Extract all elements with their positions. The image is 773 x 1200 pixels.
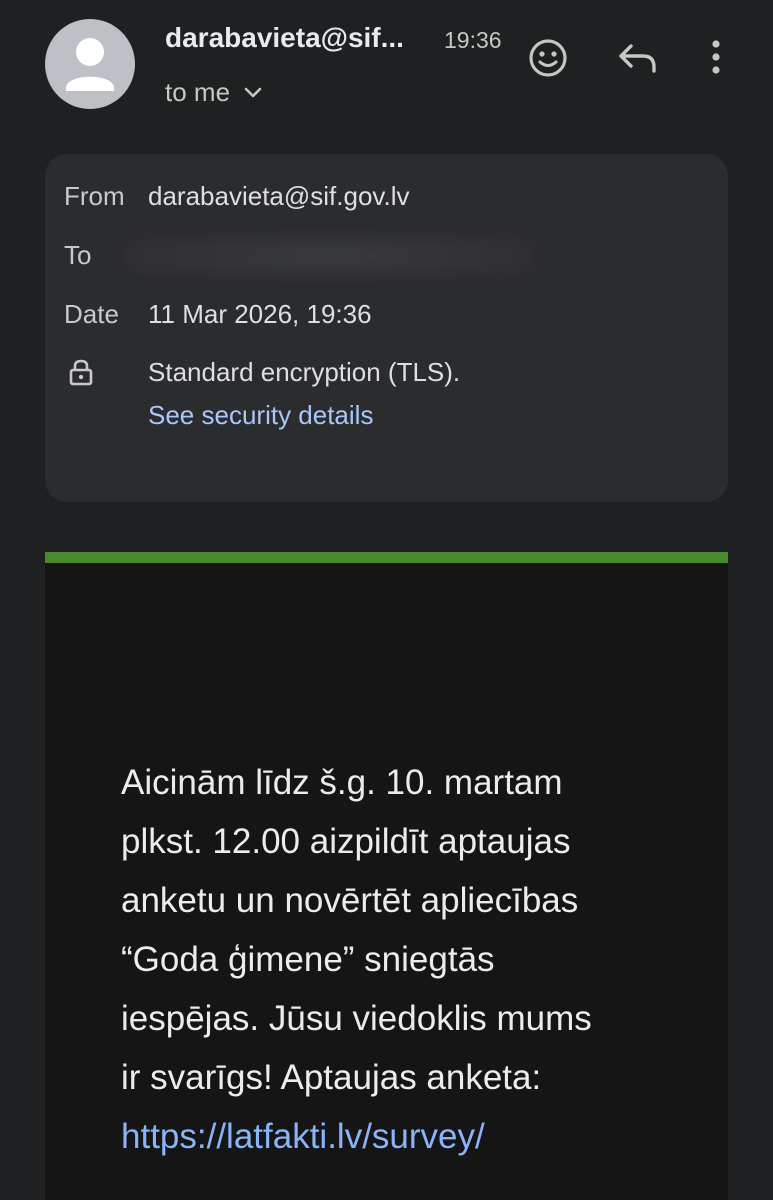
sender-avatar-icon[interactable] (45, 19, 135, 109)
encryption-text: Standard encryption (TLS). (148, 357, 461, 387)
email-body-text: Aicinām līdz š.g. 10. martam plkst. 12.0… (121, 753, 681, 1166)
recipient-label: to me (165, 77, 231, 107)
email-view: darabavieta@sif... 19:36 to me From dara… (0, 0, 773, 1200)
sender-name[interactable]: darabavieta@sif... (165, 22, 404, 54)
from-value[interactable]: darabavieta@sif.gov.lv (148, 181, 410, 212)
body-line: Aicinām līdz š.g. 10. martam (121, 763, 563, 802)
security-details-link[interactable]: See security details (148, 400, 373, 431)
to-label: To (64, 240, 92, 270)
lock-icon (69, 359, 93, 386)
date-value: 11 Mar 2026, 19:36 (148, 299, 372, 329)
body-line: “Goda ģimene” sniegtās (121, 940, 495, 979)
body-line: iespējas. Jūsu viedoklis mums (121, 999, 592, 1038)
body-line: ir svarīgs! Aptaujas anketa: (121, 1058, 542, 1097)
recipient-toggle[interactable]: to me (165, 77, 262, 108)
more-vert-icon[interactable] (700, 38, 732, 76)
survey-link[interactable]: https://latfakti.lv/survey/ (121, 1107, 681, 1166)
header-accent-bar (45, 552, 728, 563)
received-time: 19:36 (444, 27, 502, 53)
message-details-card: From darabavieta@sif.gov.lv To Date 11 M… (45, 154, 728, 502)
date-label: Date (64, 299, 119, 329)
email-body: Aicinām līdz š.g. 10. martam plkst. 12.0… (45, 563, 728, 1200)
from-label: From (64, 181, 125, 211)
chevron-down-icon (244, 87, 262, 97)
emoji-icon[interactable] (527, 37, 569, 79)
body-line: anketu un novērtēt apliecības (121, 881, 579, 920)
redacted-recipient (125, 234, 535, 278)
body-line: plkst. 12.00 aizpildīt aptaujas (121, 822, 571, 861)
reply-icon[interactable] (617, 38, 659, 78)
